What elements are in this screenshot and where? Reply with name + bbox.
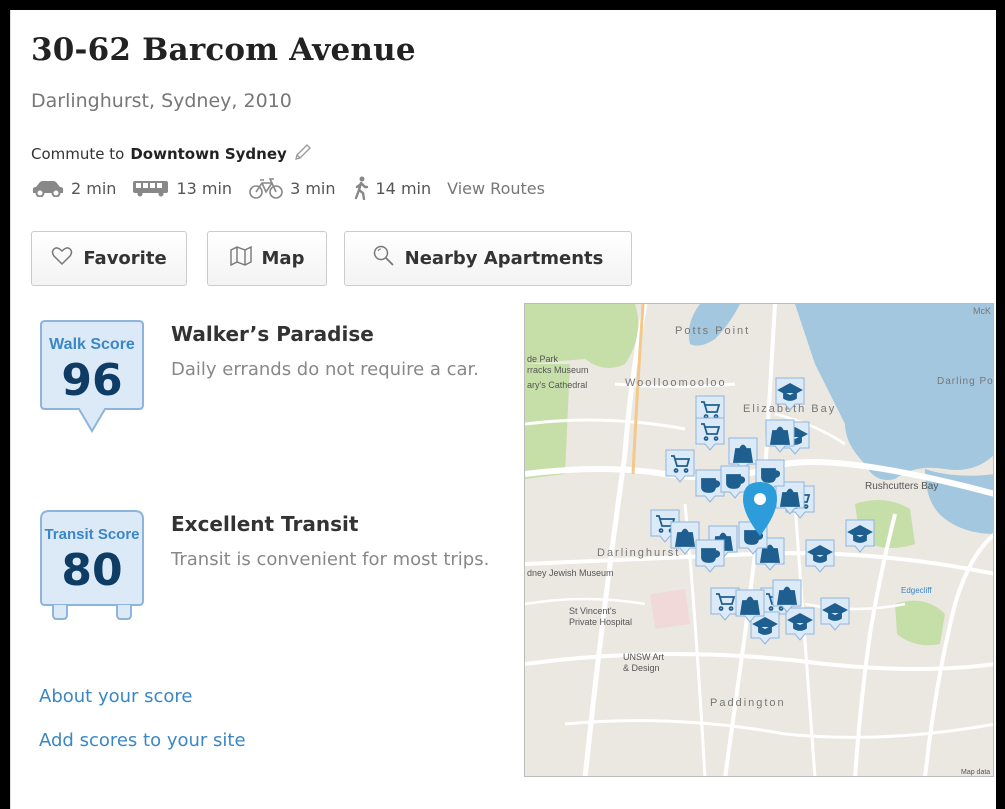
commute-mode-bike[interactable]: 3 min (248, 177, 336, 199)
property-card: 30-62 Barcom Avenue Darlinghurst, Sydney… (10, 10, 996, 809)
map-label-darling-point: Darling Po (937, 376, 994, 387)
add-scores-link[interactable]: Add scores to your site (39, 730, 246, 751)
view-routes-link[interactable]: View Routes (447, 179, 545, 198)
transit-score-badge-label: Transit Score (44, 526, 139, 543)
map-button[interactable]: Map (207, 231, 327, 286)
neighborhood-map[interactable]: Potts Point Woolloomooloo Elizabeth Bay … (524, 303, 994, 777)
map-label-mck: McK (973, 306, 991, 316)
map-label-jewish-museum: dney Jewish Museum (527, 568, 614, 578)
edit-pencil-icon[interactable] (293, 142, 313, 166)
about-score-link[interactable]: About your score (39, 686, 193, 707)
bus-time: 13 min (176, 178, 233, 198)
commute-prefix: Commute to (31, 145, 125, 163)
bus-icon (132, 179, 170, 197)
map-label-cathedral: ary's Cathedral (527, 380, 587, 390)
map-button-label: Map (261, 248, 305, 269)
hospital-area (650, 589, 690, 629)
walk-icon (352, 176, 370, 200)
map-icon (229, 245, 252, 271)
map-label-map-data: Map data (961, 769, 990, 776)
page-title: 30-62 Barcom Avenue (31, 32, 416, 68)
commute-modes: 2 min 13 min 3 min 14 min View Routes (31, 175, 545, 201)
transit-score-badge[interactable]: Transit Score 80 (39, 509, 145, 626)
commute-mode-walk[interactable]: 14 min (352, 176, 432, 200)
transit-score-value: 80 (61, 545, 122, 596)
walk-score-value: 96 (61, 355, 122, 406)
nearby-apartments-label: Nearby Apartments (404, 248, 604, 269)
commute-mode-bus[interactable]: 13 min (132, 179, 232, 198)
map-label-woolloomooloo: Woolloomooloo (625, 377, 727, 389)
commute-mode-car[interactable]: 2 min (31, 179, 116, 198)
walk-score-description: Daily errands do not require a car. (171, 359, 480, 380)
transit-score-title: Excellent Transit (171, 512, 359, 536)
map-label-edgecliff: Edgecliff (901, 586, 932, 595)
walk-score-badge-label: Walk Score (49, 336, 135, 353)
map-label-potts-point: Potts Point (675, 325, 750, 337)
map-label-darlinghurst: Darlinghurst (597, 547, 680, 559)
commute-line: Commute to Downtown Sydney (31, 142, 313, 166)
car-icon (31, 179, 65, 197)
map-label-rushcutters-bay: Rushcutters Bay (865, 481, 938, 492)
walk-score-title: Walker’s Paradise (171, 322, 374, 346)
search-icon (373, 245, 395, 272)
map-label-paddington: Paddington (710, 697, 786, 709)
favorite-button-label: Favorite (83, 248, 167, 269)
favorite-button[interactable]: Favorite (31, 231, 187, 286)
address-subtitle: Darlinghurst, Sydney, 2010 (31, 90, 292, 112)
nearby-apartments-button[interactable]: Nearby Apartments (344, 231, 632, 286)
commute-destination[interactable]: Downtown Sydney (130, 145, 286, 163)
heart-icon (51, 246, 73, 271)
transit-score-description: Transit is convenient for most trips. (171, 549, 490, 570)
car-time: 2 min (71, 178, 117, 198)
walk-score-badge[interactable]: Walk Score 96 (39, 319, 145, 440)
bike-icon (248, 177, 284, 199)
walk-time: 14 min (375, 178, 432, 198)
bike-time: 3 min (290, 178, 336, 198)
map-label-unsw: UNSW Art & Design (623, 652, 665, 673)
